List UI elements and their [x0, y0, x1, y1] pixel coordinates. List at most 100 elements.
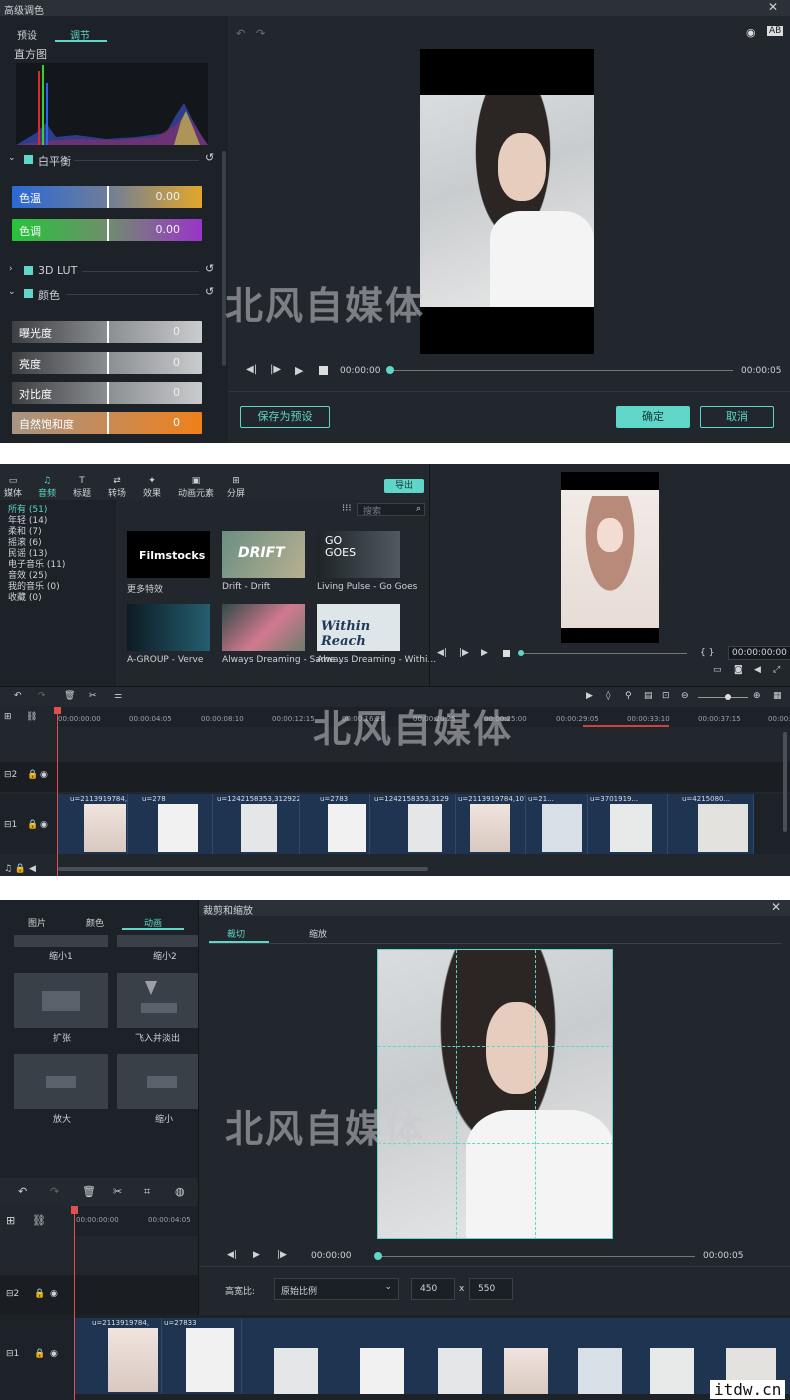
timeline-clip[interactable]: u=3701919...: [588, 794, 668, 854]
search-input[interactable]: 搜索 ⌕: [357, 503, 425, 517]
tint-slider[interactable]: 色调 0.00: [12, 219, 202, 241]
reset-icon[interactable]: ↺: [205, 285, 214, 298]
fullscreen-icon[interactable]: ⤢: [773, 665, 780, 675]
timeline-clip[interactable]: u=2113919784,107: [456, 794, 526, 854]
export-button[interactable]: 导出: [384, 479, 424, 493]
ok-button[interactable]: 确定: [616, 406, 690, 428]
display-icon[interactable]: ▭: [713, 665, 722, 675]
ratio-select[interactable]: 原始比例 ⌄: [274, 1278, 399, 1300]
anim-preset[interactable]: [14, 973, 108, 1028]
save-preset-button[interactable]: 保存为预设: [240, 406, 330, 428]
chevron-down-icon[interactable]: ⌄: [8, 153, 16, 163]
zoom-slider[interactable]: [698, 697, 748, 698]
tab-media[interactable]: ▭ 媒体: [4, 476, 22, 499]
lock-icon[interactable]: 🔒: [34, 1349, 45, 1359]
zoom-out-icon[interactable]: ⊖: [681, 691, 689, 701]
marker-brackets[interactable]: { }: [700, 648, 714, 658]
reset-icon[interactable]: ↺: [205, 151, 214, 164]
brightness-slider[interactable]: 亮度 0: [12, 352, 202, 374]
redo-icon[interactable]: ↷: [50, 1185, 59, 1198]
tab-effects[interactable]: ✦ 效果: [143, 476, 161, 499]
grid-icon[interactable]: ▦: [773, 691, 782, 701]
adjust-icon[interactable]: ⚌: [114, 691, 122, 701]
height-input[interactable]: 550: [469, 1278, 513, 1300]
progress-track[interactable]: [379, 1256, 695, 1257]
eye-icon[interactable]: ◉: [40, 820, 48, 830]
preview-progress[interactable]: [522, 653, 687, 654]
lock-icon[interactable]: 🔒: [27, 820, 38, 830]
tab-titles[interactable]: T 标题: [73, 476, 91, 499]
crop-icon[interactable]: ⌗: [144, 1185, 150, 1199]
redo-icon[interactable]: ↷: [38, 691, 46, 701]
audio-tile[interactable]: Filmstocks: [127, 531, 210, 578]
anim-preset[interactable]: [117, 935, 198, 947]
redo-icon[interactable]: ↷: [256, 27, 265, 40]
marker-icon[interactable]: ◊: [606, 691, 610, 701]
clip-strip[interactable]: u=2113919784,107 u=278 u=1242158353,3129…: [58, 794, 754, 854]
next-frame-button[interactable]: |▶: [277, 1250, 287, 1260]
audio-tile[interactable]: [222, 604, 305, 651]
progress-track[interactable]: [390, 370, 733, 371]
tab-transitions[interactable]: ⇄ 转场: [108, 476, 126, 499]
slider-handle[interactable]: [107, 219, 109, 241]
playhead-handle[interactable]: [71, 1206, 78, 1214]
cut-icon[interactable]: ✂: [89, 691, 97, 701]
eye-icon[interactable]: ◉: [746, 26, 756, 39]
undo-icon[interactable]: ↶: [18, 1185, 27, 1198]
undo-icon[interactable]: ↶: [14, 691, 22, 701]
volume-icon[interactable]: ◀: [754, 665, 761, 675]
anim-preset[interactable]: [117, 973, 198, 1028]
anim-preset[interactable]: [117, 1054, 198, 1109]
clip-strip[interactable]: u=2113919784, u=27833: [74, 1318, 790, 1394]
reset-icon[interactable]: ↺: [205, 262, 214, 275]
color-checkbox[interactable]: [24, 289, 33, 298]
tab-split-screen[interactable]: ⊞ 分屏: [227, 476, 245, 499]
prev-frame-button[interactable]: ◀|: [437, 648, 447, 658]
timeline-clip[interactable]: u=4215080...: [668, 794, 754, 854]
audio-tile[interactable]: DRIFT: [222, 531, 305, 578]
vibrance-slider[interactable]: 自然饱和度 0: [12, 412, 202, 434]
close-icon[interactable]: ✕: [768, 0, 778, 14]
tab-crop[interactable]: 裁切: [227, 927, 245, 940]
cut-icon[interactable]: ✂: [113, 1185, 122, 1198]
timeline-clip[interactable]: u=2113919784,107: [58, 794, 128, 854]
slider-handle[interactable]: [107, 382, 109, 404]
crop-image[interactable]: [377, 949, 613, 1239]
eye-icon[interactable]: ◉: [50, 1289, 58, 1299]
mic-icon[interactable]: ⚲: [625, 691, 632, 701]
add-track-icon[interactable]: ⊞: [4, 712, 12, 722]
eye-icon[interactable]: ◉: [40, 770, 48, 780]
lut-checkbox[interactable]: [24, 266, 33, 275]
camera-icon[interactable]: ◙: [734, 665, 743, 675]
contrast-slider[interactable]: 对比度 0: [12, 382, 202, 404]
scrollbar[interactable]: [222, 151, 226, 366]
slider-handle[interactable]: [107, 352, 109, 374]
preview-handle[interactable]: [518, 650, 524, 656]
slider-handle[interactable]: [107, 321, 109, 343]
delete-icon[interactable]: 🗑: [64, 691, 75, 701]
add-track-icon[interactable]: ⊞: [6, 1214, 15, 1227]
next-frame-button[interactable]: |▶: [459, 648, 469, 658]
stop-button[interactable]: [503, 650, 510, 657]
play-button[interactable]: ▶: [253, 1250, 260, 1260]
progress-handle[interactable]: [386, 366, 394, 374]
progress-handle[interactable]: [374, 1252, 382, 1260]
anim-preset[interactable]: [14, 935, 108, 947]
delete-icon[interactable]: 🗑: [82, 1185, 96, 1198]
zoom-in-icon[interactable]: ⊕: [753, 691, 761, 701]
h-scrollbar[interactable]: [58, 867, 428, 871]
anim-preset[interactable]: [14, 1054, 108, 1109]
play-button[interactable]: ▶: [481, 648, 488, 658]
next-frame-button[interactable]: |▶: [270, 364, 281, 375]
tab-zoom[interactable]: 缩放: [309, 927, 327, 940]
tab-image[interactable]: 图片: [28, 916, 46, 929]
tab-color[interactable]: 颜色: [86, 916, 104, 929]
ab-compare-icon[interactable]: AB: [767, 26, 784, 36]
timeline-ruler[interactable]: 00:00:00:00 00:00:04:05: [74, 1206, 198, 1236]
timeline-clip[interactable]: u=2783: [300, 794, 370, 854]
grid-view-icon[interactable]: ⁝⁝⁝: [342, 503, 352, 514]
timeline-clip[interactable]: u=2113919784,: [74, 1318, 162, 1394]
link-icon[interactable]: ⛓: [26, 712, 37, 722]
exposure-slider[interactable]: 曝光度 0: [12, 321, 202, 343]
slider-handle[interactable]: [107, 186, 109, 208]
